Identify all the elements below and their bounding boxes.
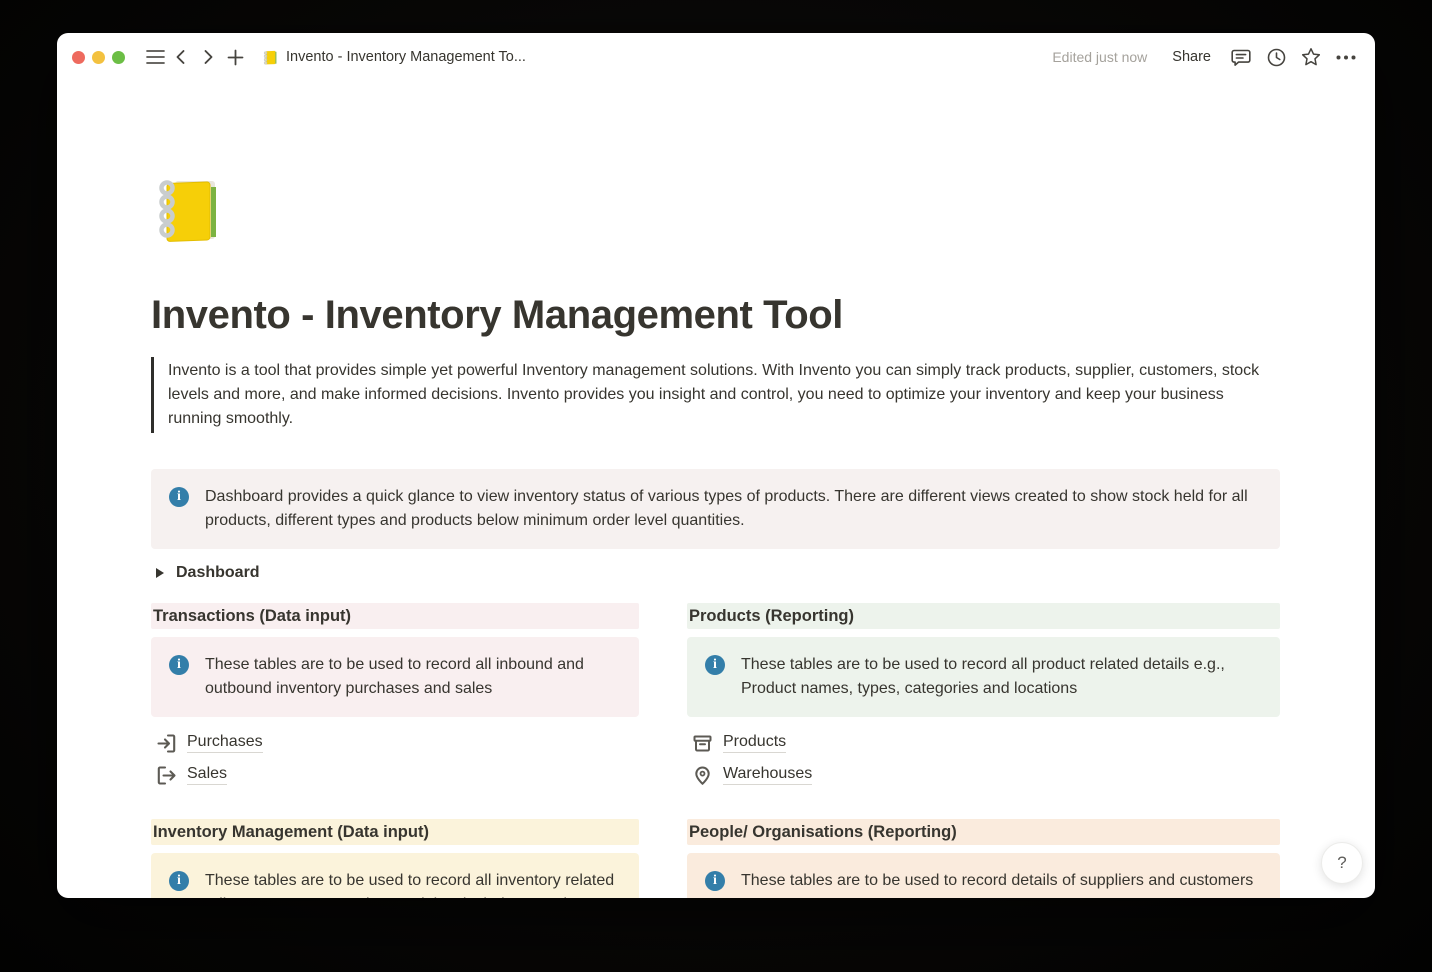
section-callout: i These tables are to be used to record … — [687, 637, 1280, 717]
forward-icon[interactable] — [195, 44, 221, 70]
notion-app-window: Invento - Inventory Management To... Edi… — [57, 33, 1375, 898]
info-icon: i — [169, 487, 189, 507]
section-products: Products (Reporting) i These tables are … — [687, 603, 1280, 791]
ledger-notebook-icon — [262, 49, 279, 66]
help-button[interactable]: ? — [1321, 842, 1363, 884]
section-people-organisations: People/ Organisations (Reporting) i Thes… — [687, 819, 1280, 898]
dashboard-callout: i Dashboard provides a quick glance to v… — [151, 469, 1280, 549]
sections-row-1: Transactions (Data input) i These tables… — [151, 603, 1280, 791]
section-links: Products Warehouses — [687, 727, 1280, 791]
more-ellipsis-icon[interactable] — [1333, 44, 1359, 70]
section-callout-text: These tables are to be used to record de… — [741, 869, 1253, 893]
current-page-tab[interactable]: Invento - Inventory Management To... — [262, 49, 526, 66]
archive-box-icon — [693, 734, 712, 753]
section-inventory-management: Inventory Management (Data input) i Thes… — [151, 819, 639, 898]
section-callout: i These tables are to be used to record … — [151, 853, 639, 898]
section-heading: Inventory Management (Data input) — [151, 819, 639, 845]
link-warehouses[interactable]: Warehouses — [687, 759, 1280, 791]
page-content: Invento - Inventory Management Tool Inve… — [57, 81, 1375, 898]
dashboard-toggle-label: Dashboard — [176, 564, 260, 582]
history-icon[interactable] — [1263, 44, 1289, 70]
link-label[interactable]: Products — [723, 733, 786, 753]
link-label[interactable]: Warehouses — [723, 765, 812, 785]
section-transactions: Transactions (Data input) i These tables… — [151, 603, 639, 791]
link-label[interactable]: Purchases — [187, 733, 263, 753]
new-tab-icon[interactable] — [222, 44, 248, 70]
link-products[interactable]: Products — [687, 727, 1280, 759]
enter-door-icon — [157, 734, 176, 753]
back-icon[interactable] — [168, 44, 194, 70]
info-icon: i — [705, 871, 725, 891]
page-tab-title: Invento - Inventory Management To... — [286, 49, 526, 65]
page-title: Invento - Inventory Management Tool — [151, 291, 1280, 339]
location-pin-icon — [693, 766, 712, 785]
section-callout-text: These tables are to be used to record al… — [741, 653, 1264, 701]
info-icon: i — [169, 655, 189, 675]
section-links: Purchases Sales — [151, 727, 639, 791]
sections-row-2: Inventory Management (Data input) i Thes… — [151, 819, 1280, 898]
share-button[interactable]: Share — [1164, 45, 1219, 69]
sidebar-menu-icon[interactable] — [142, 44, 168, 70]
section-callout-text: These tables are to be used to record al… — [205, 653, 623, 701]
link-label[interactable]: Sales — [187, 765, 227, 785]
info-icon: i — [169, 871, 189, 891]
section-heading: Products (Reporting) — [687, 603, 1280, 629]
section-callout: i These tables are to be used to record … — [687, 853, 1280, 898]
link-purchases[interactable]: Purchases — [151, 727, 639, 759]
titlebar: Invento - Inventory Management To... Edi… — [57, 33, 1375, 81]
ledger-notebook-icon — [151, 175, 227, 245]
section-heading: People/ Organisations (Reporting) — [687, 819, 1280, 845]
traffic-lights — [72, 51, 125, 64]
toggle-triangle-icon[interactable] — [156, 568, 164, 578]
dashboard-callout-text: Dashboard provides a quick glance to vie… — [205, 485, 1264, 533]
section-heading: Transactions (Data input) — [151, 603, 639, 629]
favorite-star-icon[interactable] — [1298, 44, 1324, 70]
dashboard-toggle[interactable]: Dashboard — [151, 561, 1280, 585]
zoom-button[interactable] — [112, 51, 125, 64]
close-button[interactable] — [72, 51, 85, 64]
section-callout-text: These tables are to be used to record al… — [205, 869, 623, 898]
page-emoji-icon[interactable] — [151, 175, 227, 245]
titlebar-actions: Edited just now Share — [1052, 44, 1359, 70]
comments-icon[interactable] — [1228, 44, 1254, 70]
intro-quote: Invento is a tool that provides simple y… — [151, 357, 1280, 433]
nav-buttons — [168, 44, 248, 70]
edited-status: Edited just now — [1052, 49, 1147, 65]
section-callout: i These tables are to be used to record … — [151, 637, 639, 717]
exit-door-icon — [157, 766, 176, 785]
info-icon: i — [705, 655, 725, 675]
link-sales[interactable]: Sales — [151, 759, 639, 791]
minimize-button[interactable] — [92, 51, 105, 64]
